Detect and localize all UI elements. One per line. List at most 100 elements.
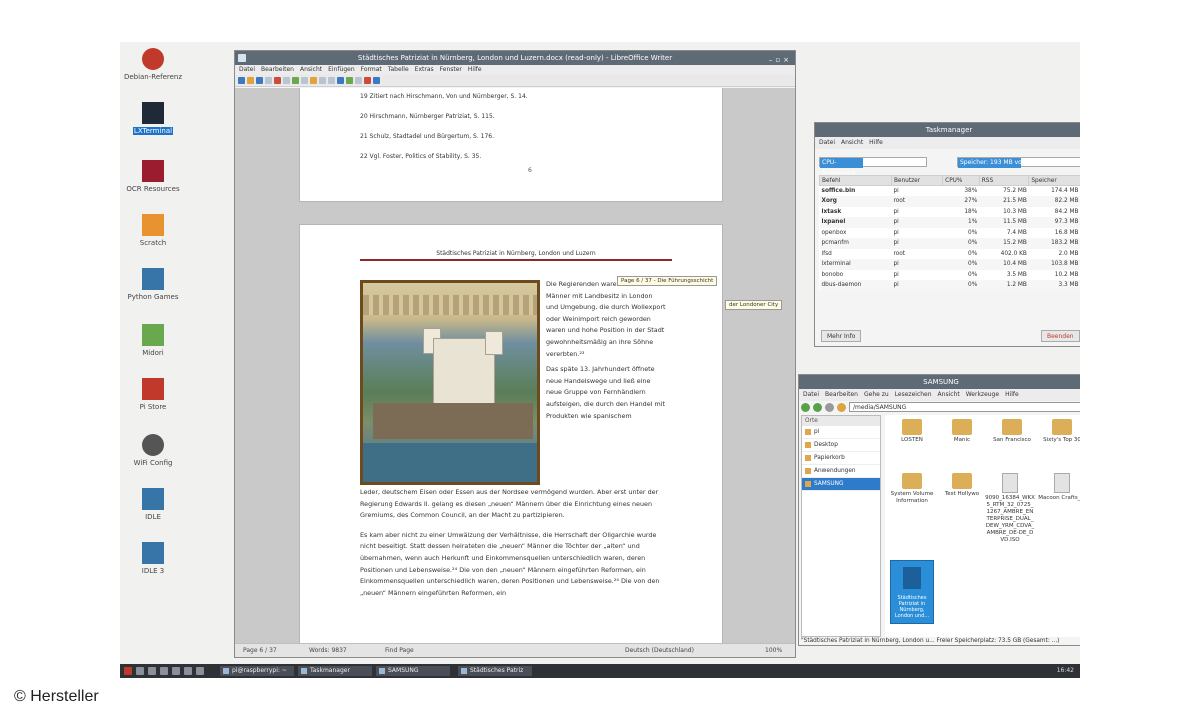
menu-item[interactable]: Ansicht [938, 391, 960, 398]
taskbar-task-button[interactable]: Städtisches Patriz [458, 666, 532, 676]
desktop-icon[interactable]: Midori [120, 324, 186, 358]
file-item[interactable]: Macoon Crafts_... [1035, 473, 1080, 502]
desktop-icon[interactable]: LXTerminal [120, 102, 186, 136]
desktop-icon[interactable]: Scratch [120, 214, 186, 248]
table-row[interactable]: lxpanel pi 1% 11.5 MB 97.3 MB [819, 217, 1080, 228]
cut-icon[interactable] [292, 77, 299, 84]
table-row[interactable]: pcmanfm pi 0% 15.2 MB 183.2 MB [819, 238, 1080, 249]
image-icon[interactable] [346, 77, 353, 84]
forward-icon[interactable] [813, 402, 822, 412]
menu-item[interactable]: Datei [803, 391, 819, 398]
writer-toolbar[interactable] [235, 75, 795, 87]
menu-item[interactable]: Bearbeiten [261, 66, 294, 73]
terminal-launcher-icon[interactable] [160, 667, 168, 675]
taskbar-task-button[interactable]: SAMSUNG [376, 666, 450, 676]
file-item[interactable]: System Volume Information [885, 473, 939, 505]
file-item[interactable]: San Francisco [985, 419, 1039, 444]
table-row[interactable]: Xorg root 27% 21.5 MB 82.2 MB [819, 196, 1080, 207]
back-icon[interactable] [801, 402, 810, 412]
filemanager-titlebar[interactable]: SAMSUNG [799, 375, 1080, 389]
process-table[interactable]: Befehl Benutzer CPU% RSS Speicher soffice.bi… [819, 175, 1080, 291]
file-manager-launcher-icon[interactable] [136, 667, 144, 675]
table-row[interactable]: openbox pi 0% 7.4 MB 16.8 MB [820, 228, 1081, 239]
menu-item[interactable]: Hilfe [1005, 391, 1019, 398]
desktop-icon[interactable]: IDLE 3 [120, 542, 186, 576]
desktop-switch-icon[interactable] [172, 667, 180, 675]
desktop-icon[interactable]: Debian-Referenz [120, 48, 186, 82]
copy-icon[interactable] [301, 77, 308, 84]
desktop-icon[interactable]: OCR Resources [120, 160, 186, 194]
menu-item[interactable]: Lesezeichen [895, 391, 932, 398]
menu-item[interactable]: Extras [415, 66, 434, 73]
table-icon[interactable] [337, 77, 344, 84]
up-icon[interactable] [825, 402, 834, 412]
status-zoom[interactable]: 100% [765, 644, 782, 657]
save-icon[interactable] [256, 77, 263, 84]
chart-icon[interactable] [355, 77, 362, 84]
column-header[interactable]: Befehl [819, 175, 892, 186]
table-row[interactable]: ifsd root 0% 402.0 KB 2.0 MB [820, 249, 1081, 260]
file-item[interactable]: Sixty's Top 30 [1035, 419, 1080, 444]
desktop-icon[interactable]: IDLE [120, 488, 186, 522]
sidebar-item[interactable]: Anwendungen [802, 465, 880, 478]
table-row[interactable]: soffice.bin pi 38% 75.2 MB 174.4 MB [820, 186, 1081, 197]
body-text[interactable]: Leder, deutschem Eisen oder Essen aus de… [360, 487, 672, 607]
menu-item[interactable]: Tabelle [388, 66, 409, 73]
places-sidebar[interactable]: Orte pi Desktop Papierkorb Anwendungen SAMSU… [801, 415, 881, 637]
column-header[interactable]: Speicher [1028, 175, 1080, 186]
menu-item[interactable]: Fenster [440, 66, 462, 73]
body-paragraph[interactable]: Die Regierenden waren reiche Männer mit … [546, 279, 666, 422]
menu-item[interactable]: Hilfe [869, 139, 883, 146]
writer-window[interactable]: Städtisches Patriziat in Nürnberg, Londo… [234, 50, 796, 658]
menu-item[interactable]: Format [361, 66, 382, 73]
file-item[interactable]: Test Hollywo [935, 473, 989, 498]
print-icon[interactable] [265, 77, 272, 84]
taskbar-task-button[interactable]: pi@raspberrypi: ~ [220, 666, 294, 676]
open-folder-icon[interactable] [247, 77, 254, 84]
cpu-monitor-icon[interactable] [196, 667, 204, 675]
menu-item[interactable]: Gehe zu [864, 391, 889, 398]
sidebar-item[interactable]: Desktop [802, 439, 880, 452]
help-icon[interactable] [373, 77, 380, 84]
filemanager-window[interactable]: SAMSUNG Datei Bearbeiten Gehe zu Lesezeiche… [798, 374, 1080, 646]
menu-item[interactable]: Datei [819, 139, 835, 146]
document-page[interactable]: 19 Zitiert nach Hirschmann, Von und Nürn… [299, 88, 723, 202]
menu-item[interactable]: Einfügen [328, 66, 354, 73]
table-row[interactable]: dbus-daemon pi 0% 1.2 MB 3.3 MB [819, 280, 1080, 291]
end-process-button[interactable]: Beenden [1041, 330, 1080, 342]
browser-launcher-icon[interactable] [148, 667, 156, 675]
table-row[interactable]: bonobo pi 0% 3.5 MB 10.2 MB [820, 270, 1081, 281]
taskmanager-titlebar[interactable]: Taskmanager [815, 123, 1080, 137]
desktop-icon[interactable]: Python Games [120, 268, 186, 302]
table-row[interactable]: lxterminal pi 0% 10.4 MB 103.8 MB [819, 259, 1080, 270]
undo-icon[interactable] [319, 77, 326, 84]
document-area[interactable]: 19 Zitiert nach Hirschmann, Von und Nürn… [235, 88, 795, 643]
menu-item[interactable]: Bearbeiten [825, 391, 858, 398]
writer-menubar[interactable]: Datei Bearbeiten Ansicht Einfügen Format Tabe… [235, 65, 795, 75]
column-header[interactable]: Benutzer [890, 175, 944, 186]
desktop-icon[interactable]: WiFi Config [120, 434, 186, 468]
path-input[interactable]: /media/SAMSUNG [849, 402, 1080, 412]
menu-item[interactable]: Datei [239, 66, 255, 73]
file-item[interactable]: Manic [935, 419, 989, 444]
home-icon[interactable] [837, 402, 846, 412]
file-item[interactable]: 9090_16384_WKX5_RTM_32_0725_1267_AMBRE_E… [985, 473, 1035, 544]
filemanager-menubar[interactable]: Datei Bearbeiten Gehe zu Lesezeichen Ansicht… [799, 389, 1080, 401]
menu-item[interactable]: Ansicht [841, 139, 863, 146]
taskmanager-menubar[interactable]: Datei Ansicht Hilfe [815, 137, 1080, 149]
menu-item[interactable]: Werkzeuge [966, 391, 999, 398]
sidebar-item[interactable]: pi [802, 426, 880, 439]
menu-item[interactable]: Ansicht [300, 66, 322, 73]
paste-icon[interactable] [310, 77, 317, 84]
taskmanager-window[interactable]: Taskmanager Datei Ansicht Hilfe CPU-Auslas… [814, 122, 1080, 347]
medieval-painting-image[interactable] [360, 280, 540, 485]
redo-icon[interactable] [328, 77, 335, 84]
taskbar-task-button[interactable]: Taskmanager [298, 666, 372, 676]
more-info-button[interactable]: Mehr Info [821, 330, 862, 342]
workspace-icon[interactable] [184, 667, 192, 675]
pdf-export-icon[interactable] [274, 77, 281, 84]
selected-document-icon[interactable]: Städtisches Patriziat in Nürnberg, Londo… [890, 560, 934, 624]
new-document-icon[interactable] [238, 77, 245, 84]
spellcheck-icon[interactable] [283, 77, 290, 84]
sidebar-item[interactable]: SAMSUNG [802, 478, 880, 491]
